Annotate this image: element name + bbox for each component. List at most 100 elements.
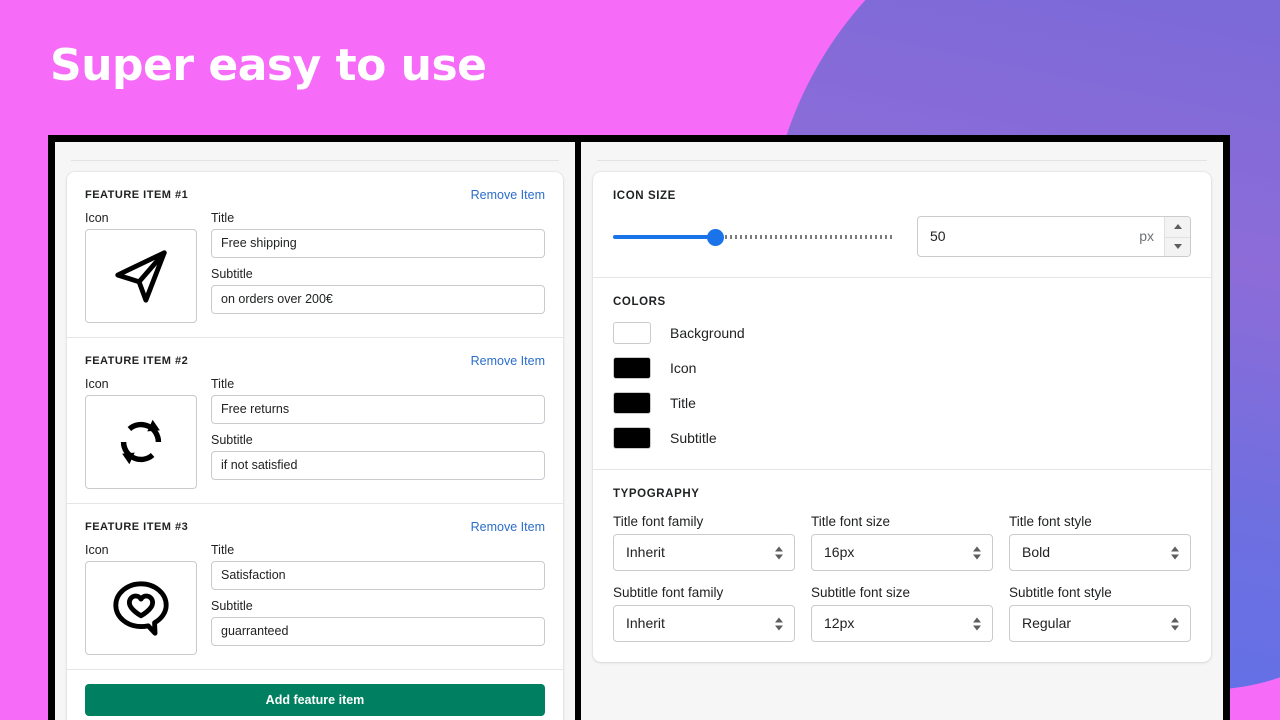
icon-size-section: ICON SIZE 50 px [593, 172, 1211, 278]
left-panel: FEATURE ITEM #1 Remove Item Icon Title F… [55, 142, 575, 720]
typography-section: TYPOGRAPHY Title font family Inherit Tit… [593, 470, 1211, 662]
title-input[interactable]: Free shipping [211, 229, 545, 258]
color-row: Background [613, 322, 1191, 344]
remove-item-link[interactable]: Remove Item [471, 188, 545, 202]
title-font-style-select[interactable]: Bold [1009, 534, 1191, 571]
color-row: Icon [613, 357, 1191, 379]
feature-item-row: FEATURE ITEM #3 Remove Item Icon Title S… [67, 504, 563, 670]
icon-size-number-field[interactable]: 50 px [917, 216, 1191, 257]
subtitle-field-label: Subtitle [211, 267, 253, 281]
right-panel: ICON SIZE 50 px COLORS Background Icon T… [581, 142, 1223, 720]
subtitle-input[interactable]: on orders over 200€ [211, 285, 545, 314]
select-value: 16px [824, 544, 855, 560]
device-frame: FEATURE ITEM #1 Remove Item Icon Title F… [48, 135, 1230, 720]
feature-items-card: FEATURE ITEM #1 Remove Item Icon Title F… [67, 172, 563, 720]
color-label: Subtitle [670, 430, 717, 446]
add-feature-item-button[interactable]: Add feature item [85, 684, 545, 716]
paper-plane-icon [110, 245, 172, 307]
field-label: Title font family [613, 514, 704, 529]
refresh-circular-arrows-icon [110, 411, 172, 473]
select-value: Inherit [626, 615, 665, 631]
title-field-label: Title [211, 377, 235, 391]
typography-field: Subtitle font family Inherit [613, 585, 795, 642]
select-arrows-icon [973, 546, 981, 559]
subtitle-field-label: Subtitle [211, 433, 253, 447]
typography-field: Title font style Bold [1009, 514, 1191, 571]
typography-field: Title font size 16px [811, 514, 993, 571]
feature-item-label: FEATURE ITEM #1 [85, 189, 189, 201]
field-label: Title font size [811, 514, 891, 529]
subtitle-font-style-select[interactable]: Regular [1009, 605, 1191, 642]
field-label: Subtitle font style [1009, 585, 1112, 600]
icon-size-title: ICON SIZE [613, 190, 676, 202]
stepper-decrement-button[interactable] [1165, 236, 1190, 256]
icon-picker[interactable] [85, 395, 197, 489]
color-swatch-icon[interactable] [613, 357, 651, 379]
color-label: Background [670, 325, 745, 341]
feature-item-label: FEATURE ITEM #3 [85, 521, 189, 533]
select-arrows-icon [775, 617, 783, 630]
slider-track-remaining [714, 234, 895, 239]
subtitle-font-size-select[interactable]: 12px [811, 605, 993, 642]
color-label: Icon [670, 360, 697, 376]
icon-field-label: Icon [85, 543, 109, 557]
slider-thumb[interactable] [706, 228, 724, 246]
title-input[interactable]: Free returns [211, 395, 545, 424]
subtitle-input[interactable]: guarranteed [211, 617, 545, 646]
typography-field: Title font family Inherit [613, 514, 795, 571]
field-label: Subtitle font family [613, 585, 724, 600]
icon-size-value[interactable]: 50 [918, 217, 1139, 256]
color-swatch-subtitle[interactable] [613, 427, 651, 449]
select-value: Inherit [626, 544, 665, 560]
chevron-up-icon [1173, 224, 1182, 230]
subtitle-font-family-select[interactable]: Inherit [613, 605, 795, 642]
select-arrows-icon [1171, 546, 1179, 559]
chevron-down-icon [1173, 244, 1182, 250]
color-swatch-title[interactable] [613, 392, 651, 414]
color-row: Title [613, 392, 1191, 414]
remove-item-link[interactable]: Remove Item [471, 520, 545, 534]
color-label: Title [670, 395, 696, 411]
colors-title: COLORS [613, 296, 666, 308]
title-font-size-select[interactable]: 16px [811, 534, 993, 571]
page-title: Super easy to use [50, 40, 487, 91]
icon-field-label: Icon [85, 211, 109, 225]
title-field-label: Title [211, 211, 235, 225]
icon-picker[interactable] [85, 229, 197, 323]
feature-item-label: FEATURE ITEM #2 [85, 355, 189, 367]
number-stepper[interactable] [1164, 217, 1190, 256]
icon-field-label: Icon [85, 377, 109, 391]
field-label: Subtitle font size [811, 585, 911, 600]
colors-section: COLORS Background Icon Title Subtitle [593, 278, 1211, 470]
title-input[interactable]: Satisfaction [211, 561, 545, 590]
select-arrows-icon [775, 546, 783, 559]
color-row: Subtitle [613, 427, 1191, 449]
title-font-family-select[interactable]: Inherit [613, 534, 795, 571]
feature-item-row: FEATURE ITEM #2 Remove Item Icon Title F… [67, 338, 563, 504]
typography-field: Subtitle font style Regular [1009, 585, 1191, 642]
typography-field: Subtitle font size 12px [811, 585, 993, 642]
speech-bubble-heart-icon [110, 577, 172, 639]
right-panel-rule [597, 160, 1207, 161]
icon-size-unit: px [1139, 228, 1154, 244]
screenshot-stage: Super easy to use FEATURE ITEM #1 Remove… [0, 0, 1280, 720]
title-field-label: Title [211, 543, 235, 557]
icon-picker[interactable] [85, 561, 197, 655]
subtitle-input[interactable]: if not satisfied [211, 451, 545, 480]
select-value: 12px [824, 615, 855, 631]
color-swatch-background[interactable] [613, 322, 651, 344]
typography-title: TYPOGRAPHY [613, 488, 700, 500]
slider-track-filled [613, 234, 715, 239]
stepper-increment-button[interactable] [1165, 217, 1190, 237]
field-label: Title font style [1009, 514, 1092, 529]
select-value: Bold [1022, 544, 1051, 560]
settings-card: ICON SIZE 50 px COLORS Background Icon T… [593, 172, 1211, 662]
select-value: Regular [1022, 615, 1072, 631]
subtitle-field-label: Subtitle [211, 599, 253, 613]
select-arrows-icon [1171, 617, 1179, 630]
feature-item-row: FEATURE ITEM #1 Remove Item Icon Title F… [67, 172, 563, 338]
select-arrows-icon [973, 617, 981, 630]
icon-size-slider[interactable] [613, 228, 895, 246]
remove-item-link[interactable]: Remove Item [471, 354, 545, 368]
left-panel-rule [71, 160, 559, 161]
